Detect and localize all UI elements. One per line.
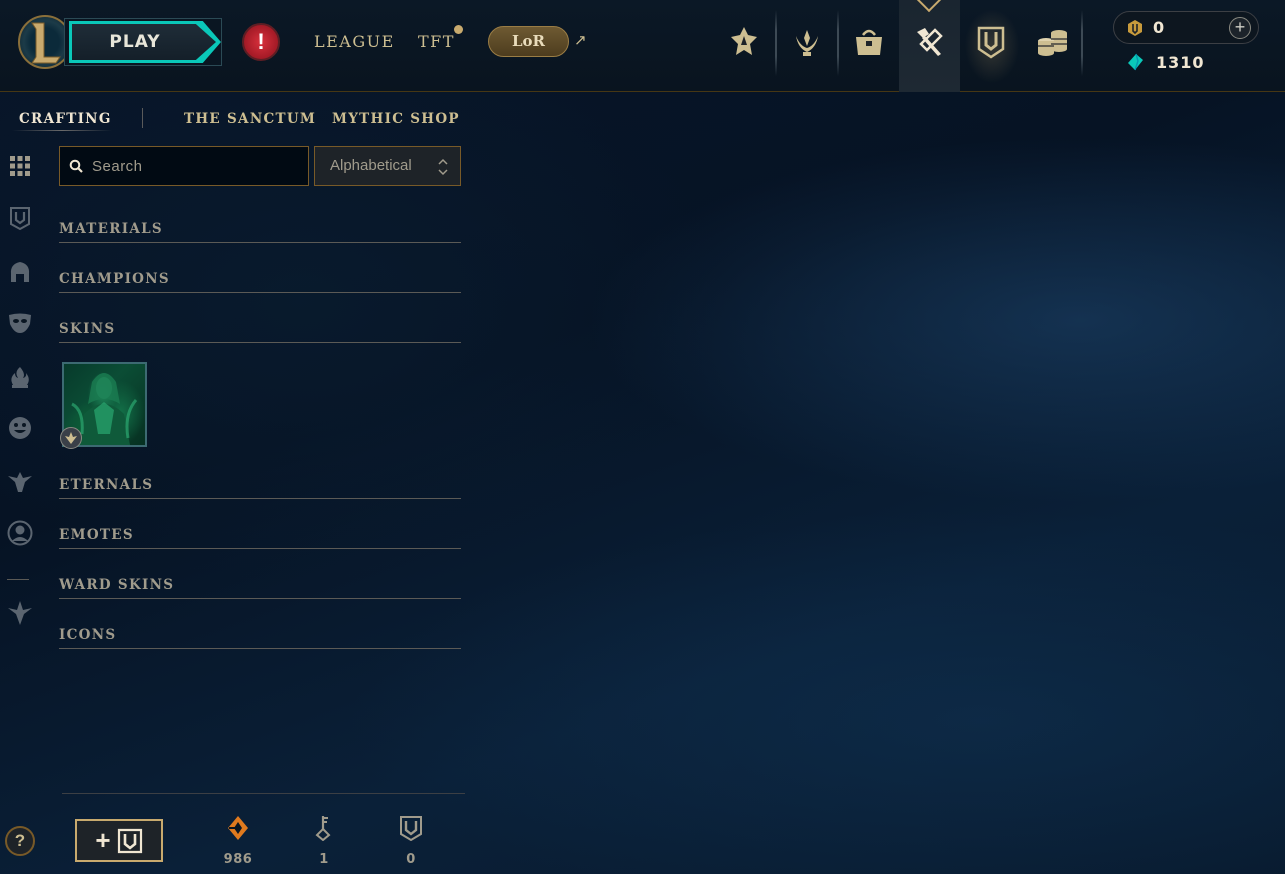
sort-dropdown[interactable]: Alphabetical	[314, 146, 461, 186]
category-label: CHAMPIONS	[59, 271, 170, 287]
add-chest-button[interactable]: +	[75, 819, 163, 862]
profile-icon[interactable]	[6, 519, 34, 547]
chest-stat: 0	[391, 815, 431, 867]
key-stat: 1	[304, 815, 344, 867]
skin-mask-icon[interactable]	[6, 309, 34, 337]
eternal-flame-icon[interactable]	[6, 363, 34, 391]
emote-face-icon[interactable]	[6, 414, 34, 442]
search-input[interactable]	[92, 147, 302, 185]
notification-dot	[454, 25, 463, 34]
category-eternals[interactable]: ETERNALS	[59, 477, 461, 499]
chest-count: 0	[406, 852, 416, 867]
plus-label: +	[95, 825, 111, 855]
category-label: WARD SKINS	[59, 577, 175, 593]
orange-essence-balance: 0	[1153, 18, 1166, 37]
orange-essence-stat: 986	[218, 815, 258, 867]
active-tab-underline	[12, 130, 112, 131]
chest-icon	[117, 828, 142, 853]
category-ward-skins[interactable]: WARD SKINS	[59, 577, 461, 599]
sort-selected-label: Alphabetical	[330, 157, 412, 174]
honor-wreath-icon[interactable]	[787, 20, 827, 64]
category-label: ICONS	[59, 627, 117, 643]
orange-essence-icon	[228, 816, 248, 840]
tab-the-sanctum[interactable]: THE SANCTUM	[184, 110, 316, 128]
chest-icon[interactable]	[6, 204, 34, 232]
category-champions[interactable]: CHAMPIONS	[59, 271, 461, 293]
rarity-badge-icon	[60, 427, 82, 449]
champion-helmet-icon[interactable]	[6, 258, 34, 286]
category-label: EMOTES	[59, 527, 134, 543]
lor-label: LoR	[511, 32, 546, 50]
category-skins[interactable]: SKINS	[59, 321, 461, 343]
nav-tft[interactable]: TFT	[418, 31, 455, 53]
nav-lor-button[interactable]: LoR	[488, 26, 569, 57]
alert-icon[interactable]: !	[242, 23, 280, 61]
inventory-bag-icon[interactable]	[849, 20, 889, 64]
tab-mythic-shop[interactable]: MYTHIC SHOP	[332, 110, 460, 128]
blue-essence-icon	[1126, 53, 1144, 76]
play-label: PLAY	[109, 32, 161, 52]
ward-totem-icon[interactable]	[6, 468, 34, 496]
background	[0, 0, 1285, 874]
orange-essence-count: 986	[223, 852, 253, 867]
ranked-shield-icon[interactable]	[724, 20, 764, 64]
collection-chest-icon[interactable]	[971, 20, 1011, 64]
sort-arrows-icon	[438, 158, 448, 181]
key-icon	[315, 816, 331, 842]
category-label: ETERNALS	[59, 477, 154, 493]
crest-icon[interactable]	[6, 599, 34, 627]
add-currency-button[interactable]: +	[1229, 17, 1251, 39]
category-label: MATERIALS	[59, 221, 163, 237]
grid-icon[interactable]	[6, 152, 34, 180]
chest-icon	[400, 816, 422, 842]
category-emotes[interactable]: EMOTES	[59, 527, 461, 549]
store-coins-icon[interactable]	[1032, 20, 1072, 64]
blue-essence-balance: 1310	[1156, 53, 1205, 72]
search-field[interactable]	[59, 146, 309, 186]
external-link-icon: ↗	[574, 32, 587, 49]
category-icons[interactable]: ICONS	[59, 627, 461, 649]
category-materials[interactable]: MATERIALS	[59, 221, 461, 243]
key-count: 1	[319, 852, 329, 867]
search-icon	[69, 159, 83, 178]
play-button[interactable]: PLAY	[64, 18, 222, 66]
tab-crafting[interactable]: CRAFTING	[19, 110, 112, 128]
crafting-hammer-icon[interactable]	[909, 20, 949, 64]
orange-essence-icon	[1126, 19, 1144, 42]
nav-league[interactable]: LEAGUE	[314, 31, 395, 53]
help-button[interactable]: ?	[5, 826, 35, 856]
top-bar: PLAY ! LEAGUE TFT LoR ↗ 0 + 1310	[0, 0, 1285, 92]
category-label: SKINS	[59, 321, 116, 337]
